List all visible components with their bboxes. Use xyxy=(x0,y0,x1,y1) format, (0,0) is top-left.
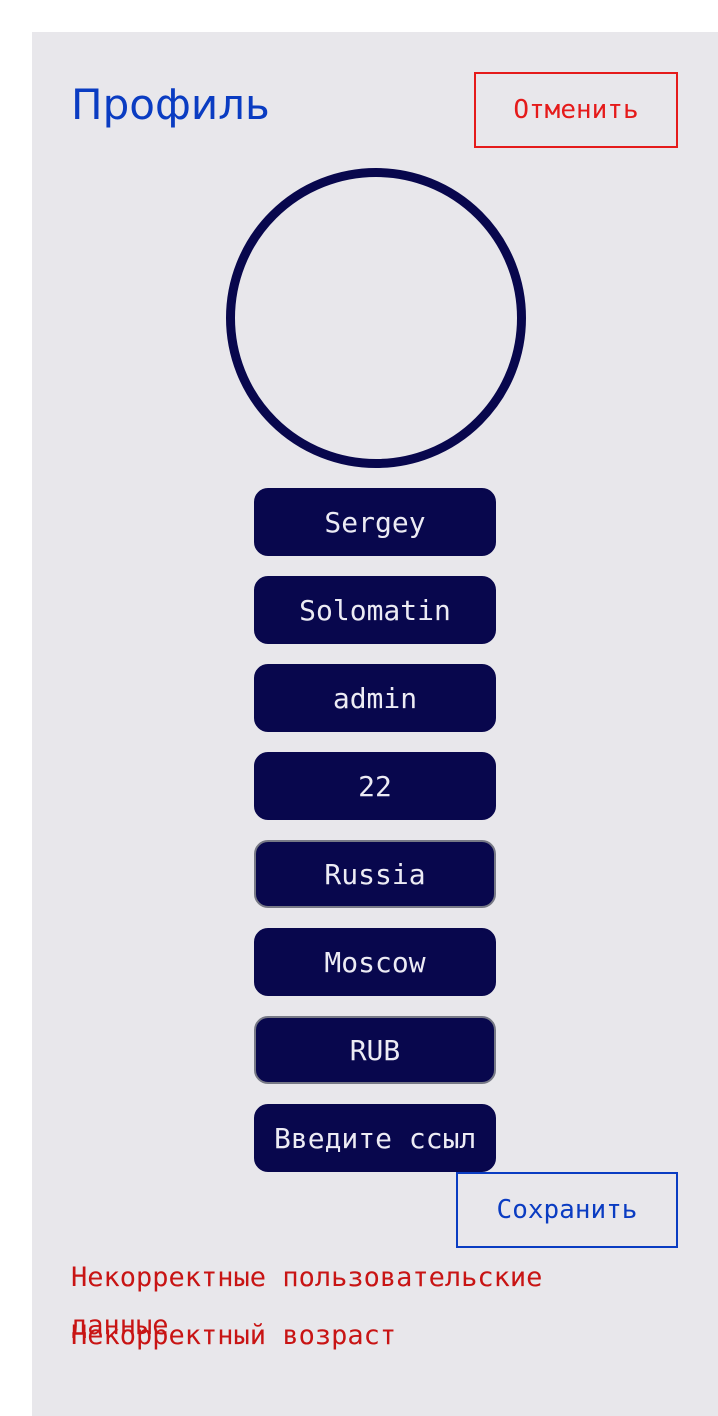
currency-select[interactable]: RUB xyxy=(254,1016,496,1084)
link-input[interactable] xyxy=(254,1104,496,1172)
avatar-circle-icon[interactable] xyxy=(226,168,526,468)
city-field[interactable] xyxy=(254,928,496,996)
country-select[interactable]: Russia xyxy=(254,840,496,908)
save-button[interactable]: Сохранить xyxy=(456,1172,678,1248)
page-title: Профиль xyxy=(71,80,270,129)
cancel-button[interactable]: Отменить xyxy=(474,72,678,148)
profile-fields: Russia RUB xyxy=(254,488,496,1192)
first-name-field[interactable] xyxy=(254,488,496,556)
age-field[interactable] xyxy=(254,752,496,820)
last-name-field[interactable] xyxy=(254,576,496,644)
error-invalid-age: Некорректный возраст xyxy=(71,1320,397,1351)
profile-card: Профиль Отменить Russia RUB Сохранить Не… xyxy=(32,32,718,1416)
username-field[interactable] xyxy=(254,664,496,732)
